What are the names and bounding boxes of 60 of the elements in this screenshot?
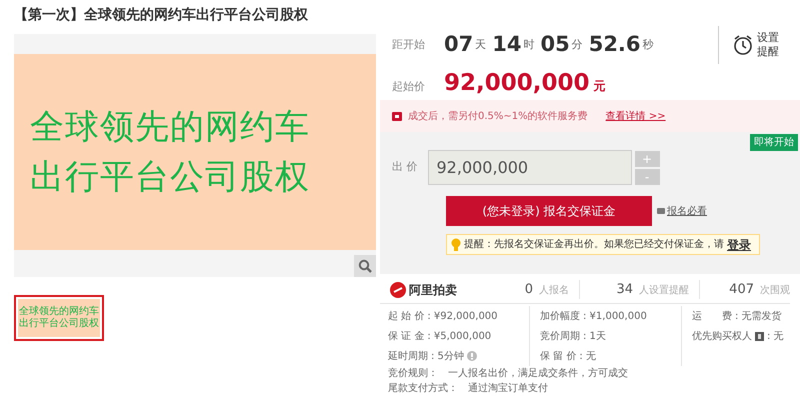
price-label: 起始价 <box>391 79 426 95</box>
countdown-unit: 天 <box>475 36 486 53</box>
detail-label: 竞价周期 <box>540 330 580 344</box>
notice-icon <box>392 111 402 121</box>
must-read-link[interactable]: 报名必看 <box>657 204 707 218</box>
countdown-unit: 秒 <box>642 36 654 53</box>
rule-value: 通过淘宝订单支付 <box>468 382 548 396</box>
detail-label: 运 费 <box>692 310 732 324</box>
stat-label: 人报名 <box>539 284 569 298</box>
detail-value: : 1天 <box>583 330 606 344</box>
bid-input[interactable]: 92,000,000 <box>428 150 632 185</box>
banner-text: 全球领先的网约车 <box>30 106 311 149</box>
banner-text: 出行平台公司股权 <box>30 156 311 199</box>
detail-value: : ¥92,000,000 <box>427 310 498 324</box>
rule-label: 尾款支付方式： <box>388 382 458 396</box>
thumbnail-text: 出行平台公司股权 <box>19 318 99 330</box>
stat-value: 407 <box>729 280 754 299</box>
countdown-label: 距开始 <box>391 36 426 53</box>
detail-value: : 5分钟 <box>431 350 464 364</box>
details-link[interactable]: 查看详情 >> <box>606 108 666 124</box>
search-icon <box>358 259 372 273</box>
lightbulb-icon <box>451 238 461 252</box>
register-button[interactable]: (您未登录) 报名交保证金 <box>446 196 652 226</box>
detail-label: 加价幅度 <box>540 310 580 324</box>
notice-text: 成交后，需另付0.5%~1%的软件服务费 <box>408 110 588 124</box>
stat-label: 次围观 <box>760 284 790 298</box>
alarm-clock-icon <box>733 34 753 56</box>
stat-label: 人设置提醒 <box>639 284 689 298</box>
countdown-value: 07 <box>444 31 474 58</box>
countdown-value: 05 <box>540 31 570 58</box>
set-reminder-link[interactable]: 设置 提醒 <box>757 31 779 59</box>
detail-value: : ¥5,000,000 <box>427 330 492 344</box>
brand-name: 阿里拍卖 <box>409 282 457 298</box>
stat-value: 34 <box>616 280 633 299</box>
thumbnail-text: 全球领先的网约车 <box>19 306 99 318</box>
tip-text: 提醒：先报名交保证金再出价。如果您已经交付保证金，请 <box>464 238 724 252</box>
login-link[interactable]: 登录 <box>727 236 751 254</box>
bid-label: 出 价 <box>392 159 418 176</box>
detail-label: 保 证 金 <box>388 330 424 344</box>
detail-value: : 无需发货 <box>735 310 782 324</box>
rule-value: 一人报名出价，满足成交条件，方可成交 <box>448 366 628 381</box>
detail-label: 延时周期 <box>388 350 428 364</box>
rule-label: 竞价规则： <box>388 366 438 381</box>
countdown-value: 14 <box>492 31 522 58</box>
start-price: 92,000,000 <box>444 69 590 98</box>
detail-value: : 无 <box>767 330 784 344</box>
stat-value: 0 <box>524 280 533 299</box>
page-title: 【第一次】全球领先的网约车出行平台公司股权 <box>13 6 309 25</box>
detail-label: 优先购买权人 <box>692 330 752 344</box>
countdown-unit: 分 <box>572 36 583 53</box>
detail-value: : ¥1,000,000 <box>583 310 647 324</box>
logo-icon <box>390 282 406 298</box>
countdown-unit: 时 <box>523 36 534 53</box>
status-tag: 即将开始 <box>750 134 798 151</box>
detail-label: 起 始 价 <box>388 310 424 324</box>
countdown-value: 52.6 <box>588 31 641 58</box>
detail-label: 保 留 价 <box>540 350 576 364</box>
price-unit: 元 <box>594 78 606 95</box>
detail-value: : 无 <box>579 350 596 364</box>
zoom-button[interactable] <box>354 255 376 277</box>
